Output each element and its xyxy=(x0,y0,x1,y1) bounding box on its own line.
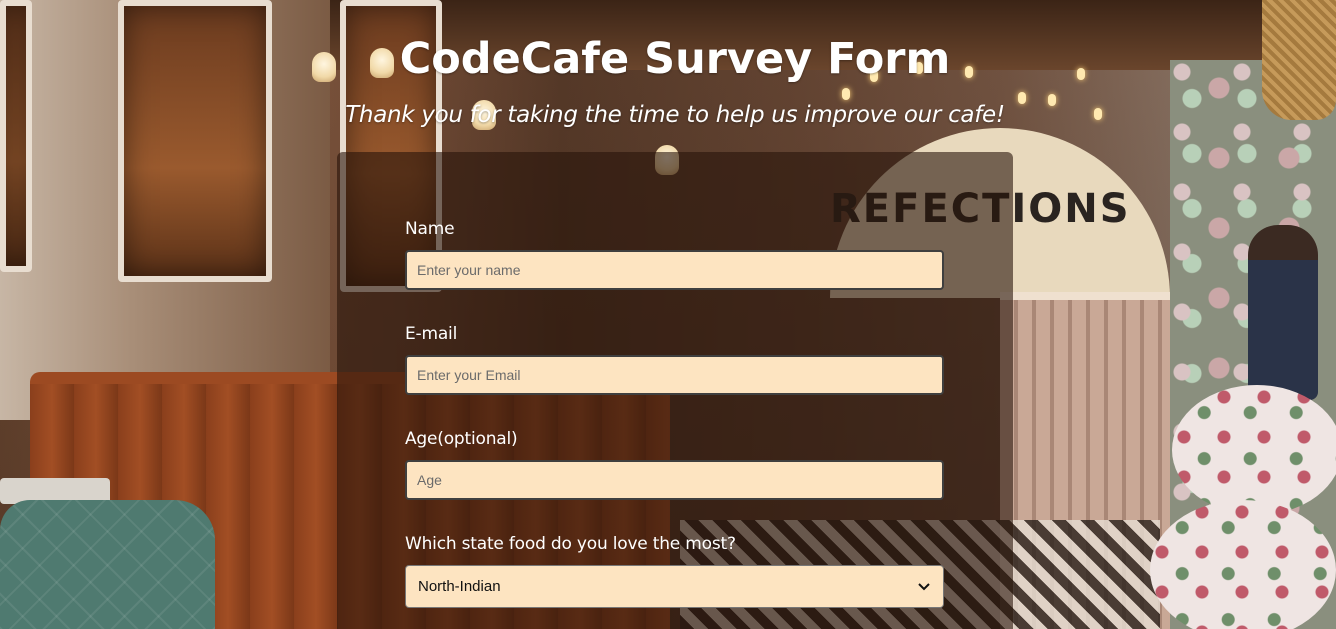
age-input[interactable] xyxy=(405,460,944,500)
teal-chair xyxy=(0,500,215,629)
page-subtitle: Thank you for taking the time to help us… xyxy=(345,102,1005,128)
age-label: Age(optional) xyxy=(405,429,518,449)
name-label: Name xyxy=(405,219,455,239)
survey-page: REFECTIONS CodeCafe Survey Form Thank yo… xyxy=(0,0,1336,629)
age-label-text: Age xyxy=(405,429,438,449)
chevron-down-icon xyxy=(917,580,931,594)
hanging-bulb xyxy=(842,88,850,100)
person-silhouette xyxy=(1248,225,1318,400)
state-food-label: Which state food do you love the most? xyxy=(405,534,736,554)
age-optional-note: (optional) xyxy=(437,429,518,449)
state-food-select[interactable]: North-Indian xyxy=(405,565,944,608)
name-input[interactable] xyxy=(405,250,944,290)
floral-ottoman xyxy=(1150,500,1336,629)
email-label: E-mail xyxy=(405,324,458,344)
page-title: CodeCafe Survey Form xyxy=(399,34,951,84)
state-food-selected-value: North-Indian xyxy=(418,578,501,595)
floral-ottoman xyxy=(1172,385,1336,515)
email-input[interactable] xyxy=(405,355,944,395)
